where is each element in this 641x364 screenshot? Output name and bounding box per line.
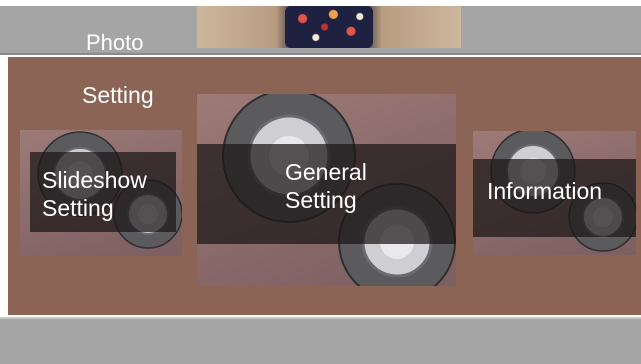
- photo-image: [285, 6, 373, 48]
- information-label: Information: [487, 178, 603, 204]
- general-setting-label: General Setting: [285, 158, 405, 214]
- general-setting-tile[interactable]: General Setting: [197, 94, 456, 286]
- general-label-line2: Setting: [285, 187, 357, 213]
- slideshow-setting-tile[interactable]: Slideshow Setting: [20, 130, 182, 256]
- slideshow-label-line2: Setting: [42, 195, 114, 221]
- photo-label: Photo: [86, 30, 144, 55]
- general-label-line1: General: [285, 159, 367, 185]
- setting-heading: Setting: [82, 82, 154, 108]
- information-tile[interactable]: Information: [473, 131, 636, 255]
- slideshow-setting-label: Slideshow Setting: [42, 166, 182, 222]
- bottom-bar: [0, 317, 641, 364]
- slideshow-label-line1: Slideshow: [42, 167, 147, 193]
- photo-thumbnail[interactable]: [197, 6, 461, 48]
